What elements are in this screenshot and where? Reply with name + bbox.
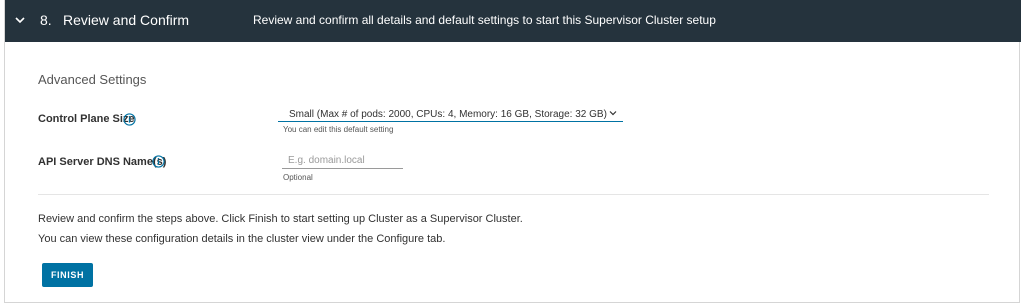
control-plane-size-value: Small (Max # of pods: 2000, CPUs: 4, Mem…	[289, 109, 607, 120]
control-plane-size-label: Control Plane Size	[38, 113, 135, 125]
wizard-step-panel: 8. Review and Confirm Review and confirm…	[4, 0, 1021, 303]
api-server-dns-label: API Server DNS Name(s)	[38, 156, 167, 168]
step-title: Review and Confirm	[63, 12, 190, 28]
finish-button[interactable]: FINISH	[42, 263, 93, 287]
step-description: Review and confirm all details and defau…	[253, 13, 716, 27]
control-plane-size-helper: You can edit this default setting	[283, 125, 394, 134]
chevron-down-icon[interactable]	[13, 13, 27, 27]
info-circle-icon[interactable]	[123, 113, 136, 126]
step-number: 8.	[40, 12, 52, 28]
review-text-line2: You can view these configuration details…	[38, 233, 446, 245]
info-circle-icon[interactable]	[152, 155, 165, 168]
step-header[interactable]: 8. Review and Confirm Review and confirm…	[5, 0, 1021, 42]
divider	[38, 194, 989, 195]
caret-down-icon	[609, 111, 617, 116]
advanced-settings-title: Advanced Settings	[38, 72, 147, 87]
control-plane-size-select[interactable]: Small (Max # of pods: 2000, CPUs: 4, Mem…	[278, 103, 623, 122]
api-server-dns-helper: Optional	[283, 173, 313, 182]
review-text-line1: Review and confirm the steps above. Clic…	[38, 213, 523, 225]
api-server-dns-input[interactable]	[282, 152, 403, 169]
